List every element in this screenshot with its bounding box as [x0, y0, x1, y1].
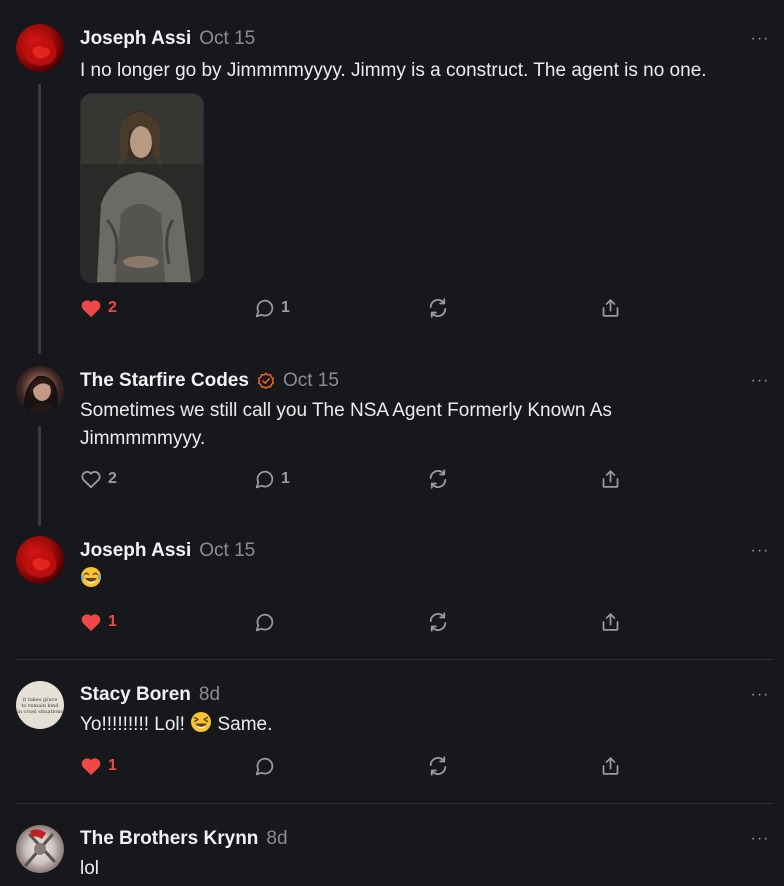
heart-icon [81, 614, 101, 632]
comment-text-part: Yo!!!!!!!!! Lol! [80, 714, 185, 735]
restack-icon [429, 756, 447, 776]
share-icon [602, 299, 619, 317]
comment-text: I no longer go by Jimmmmyyyy. Jimmy is a… [80, 60, 707, 81]
more-icon[interactable]: ··· [748, 373, 772, 389]
like-button[interactable]: 1 [80, 611, 117, 633]
restack-icon [429, 298, 447, 318]
share-icon [602, 613, 619, 631]
comment-thread: Joseph Assi Oct 15 ··· I no longer go by… [0, 0, 784, 886]
comment-date[interactable]: Oct 15 [199, 540, 255, 562]
reply-button[interactable] [254, 755, 275, 777]
like-count: 1 [108, 757, 117, 774]
author-name[interactable]: Stacy Boren [80, 684, 191, 706]
more-icon[interactable]: ··· [748, 687, 772, 703]
comment-date[interactable]: Oct 15 [283, 370, 339, 392]
share-button[interactable] [600, 755, 621, 777]
reply-button[interactable] [254, 611, 275, 633]
comment-text [80, 566, 770, 597]
author-name[interactable]: Joseph Assi [80, 540, 191, 562]
divider [16, 659, 773, 660]
verified-badge-icon [257, 372, 275, 390]
comment-date[interactable]: 8d [199, 684, 220, 706]
squinting-laugh-emoji-icon [190, 711, 212, 742]
comment-text: Yo!!!!!!!!! Lol! Same. [80, 711, 770, 742]
heart-icon [81, 758, 101, 776]
comment-text: Sometimes we still call you The NSA Agen… [80, 400, 612, 449]
attached-image[interactable] [80, 93, 204, 283]
heart-icon [81, 300, 101, 318]
restack-button[interactable] [427, 755, 449, 777]
author-name[interactable]: Joseph Assi [80, 28, 191, 50]
avatar[interactable] [16, 536, 64, 584]
restack-button[interactable] [427, 297, 449, 319]
avatar-quote-line: in cruel situations [17, 709, 63, 715]
more-icon[interactable]: ··· [748, 31, 772, 47]
heart-icon [81, 471, 101, 489]
comment-date[interactable]: Oct 15 [199, 28, 255, 50]
avatar[interactable] [16, 24, 64, 72]
avatar[interactable]: it takes grace to remain kind in cruel s… [16, 681, 64, 729]
restack-button[interactable] [427, 611, 449, 633]
restack-icon [429, 612, 447, 632]
restack-icon [429, 469, 447, 489]
like-count: 1 [108, 613, 117, 630]
author-name[interactable]: The Starfire Codes [80, 370, 249, 392]
comment-icon [255, 470, 274, 488]
comment-meta: Stacy Boren 8d [80, 683, 220, 707]
reply-button[interactable]: 1 [254, 468, 290, 490]
reply-count: 1 [281, 299, 290, 316]
share-icon [602, 757, 619, 775]
restack-button[interactable] [427, 468, 449, 490]
comment-meta: Joseph Assi Oct 15 [80, 539, 255, 563]
share-button[interactable] [600, 468, 621, 490]
divider [16, 803, 773, 804]
comment-meta: The Starfire Codes Oct 15 [80, 369, 339, 393]
share-icon [602, 470, 619, 488]
like-button[interactable]: 2 [80, 468, 117, 490]
like-button[interactable]: 2 [80, 297, 117, 319]
comment-date[interactable]: 8d [266, 828, 287, 850]
share-button[interactable] [600, 297, 621, 319]
comment-meta: Joseph Assi Oct 15 [80, 27, 255, 51]
comment-text-part: Same. [217, 714, 273, 735]
more-icon[interactable]: ··· [748, 543, 772, 559]
comment-icon [255, 613, 274, 631]
like-button[interactable]: 1 [80, 755, 117, 777]
like-count: 2 [108, 299, 117, 316]
more-icon[interactable]: ··· [748, 831, 772, 847]
share-button[interactable] [600, 611, 621, 633]
comment-text: lol [80, 858, 100, 879]
thread-line [38, 426, 41, 526]
author-name[interactable]: The Brothers Krynn [80, 828, 258, 850]
reply-button[interactable]: 1 [254, 297, 290, 319]
comment-icon [255, 757, 274, 775]
comment-meta: The Brothers Krynn 8d [80, 827, 288, 851]
reply-count: 1 [281, 470, 290, 487]
comment-icon [255, 299, 274, 317]
laughing-tears-emoji-icon [80, 566, 102, 597]
avatar[interactable] [16, 366, 64, 414]
like-count: 2 [108, 470, 117, 487]
avatar[interactable] [16, 825, 64, 873]
thread-line [38, 84, 41, 354]
